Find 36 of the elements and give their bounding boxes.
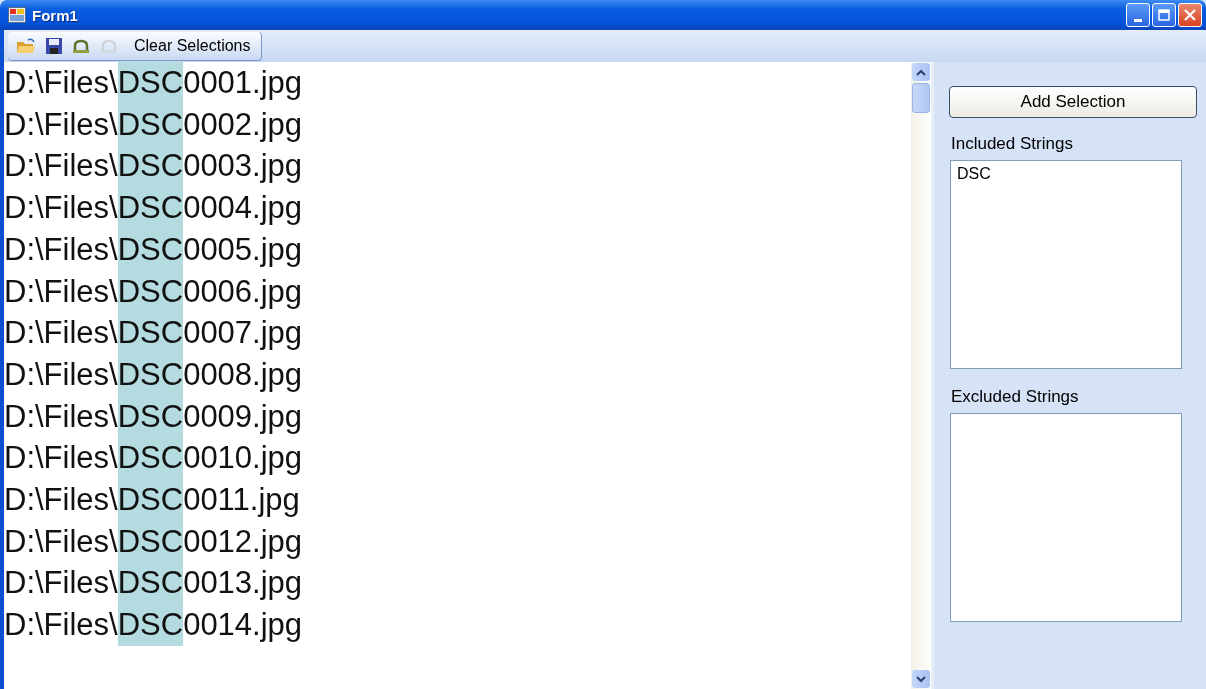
included-strings-list[interactable]: DSC [950, 160, 1182, 369]
file-path-line: D:\Files\DSC0012.jpg [4, 520, 911, 563]
scroll-down-button[interactable] [912, 670, 930, 688]
add-selection-button[interactable]: Add Selection [949, 86, 1197, 118]
list-item[interactable]: DSC [957, 165, 1175, 183]
clear-selections-button[interactable]: Clear Selections [126, 36, 255, 55]
file-path-line: D:\Files\DSC0003.jpg [4, 145, 911, 188]
scroll-thumb[interactable] [912, 83, 930, 113]
file-path-line: D:\Files\DSC0009.jpg [4, 395, 911, 438]
file-path-line: D:\Files\DSC0014.jpg [4, 604, 911, 646]
file-path-line: D:\Files\DSC0013.jpg [4, 562, 911, 605]
file-path-line: D:\Files\DSC0011.jpg [4, 479, 911, 521]
save-button[interactable] [44, 37, 64, 54]
file-path-line: D:\Files\DSC0005.jpg [4, 228, 911, 271]
vertical-scrollbar[interactable] [911, 62, 934, 689]
file-path-line: D:\Files\DSC0010.jpg [4, 437, 911, 480]
close-button[interactable] [1178, 3, 1202, 27]
close-icon [1184, 9, 1196, 21]
file-path-line: D:\Files\DSC0001.jpg [4, 62, 911, 104]
scroll-up-button[interactable] [912, 63, 930, 81]
included-strings-label: Included Strings [951, 134, 1074, 154]
maximize-icon [1158, 9, 1170, 21]
file-path-line: D:\Files\DSC0002.jpg [4, 103, 911, 146]
excluded-strings-label: Excluded Strings [951, 387, 1080, 407]
minimize-button[interactable] [1126, 3, 1150, 27]
folder-icon [16, 36, 36, 55]
file-path-line: D:\Files\DSC0006.jpg [4, 270, 911, 313]
chevron-up-icon [916, 68, 926, 76]
minimize-icon [1134, 18, 1142, 22]
file-path-line: D:\Files\DSC0007.jpg [4, 312, 911, 354]
app-icon [8, 7, 26, 23]
maximize-button[interactable] [1152, 3, 1176, 27]
chevron-down-icon [916, 675, 926, 683]
window-title: Form1 [32, 6, 78, 24]
file-path-line: D:\Files\DSC0004.jpg [4, 187, 911, 229]
file-path-line: D:\Files\DSC0008.jpg [4, 353, 911, 396]
